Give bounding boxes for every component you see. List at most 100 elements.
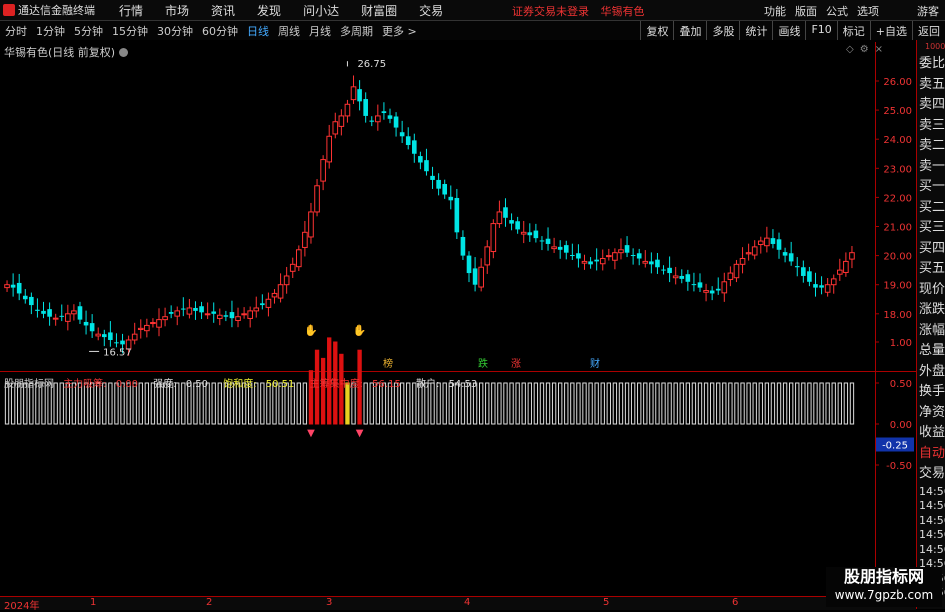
menu-item-options[interactable]: 选项 [857, 3, 879, 19]
guest-button[interactable]: 游客 [917, 3, 939, 19]
candle-body [186, 307, 193, 315]
menu-item-wealth[interactable]: 财富圈 [361, 2, 397, 19]
menu-item-segment[interactable]: 市场 [165, 2, 189, 19]
candle-body [691, 284, 697, 286]
overlay-button[interactable]: 叠加 [673, 21, 706, 41]
add-watchlist-button[interactable]: +自选 [869, 21, 912, 41]
value: 50.51 [265, 379, 295, 390]
trade-time: 14:56 [919, 513, 945, 527]
indicator-name[interactable]: 股朋指标网 [4, 379, 54, 390]
candle-body [539, 240, 545, 242]
candle-body [599, 258, 606, 265]
chart-title-text: 华锡有色(日线 前复权) [4, 46, 116, 59]
candle-body [77, 306, 83, 320]
candle-body [253, 307, 260, 312]
quote-panel: 1000 委比 卖五 卖四 卖三 卖二 卖一 买一 买二 买三 买四 买五 现价 涨跌 涨幅 总量 外盘 换手净… [916, 40, 945, 609]
candle-body [260, 303, 265, 306]
price-axis-label: 25.00 [883, 106, 912, 117]
top-menu-bar: 通达信金融终端 行情 市场 资讯 发现 问小达 财富圈 交易 证券交易未登录 华… [0, 0, 945, 21]
candle-body [430, 175, 435, 180]
tab-auto[interactable]: 自动 [917, 444, 945, 465]
candle-body [703, 290, 709, 293]
price-axis-label: 21.00 [883, 223, 912, 234]
time-axis-label: 3 [326, 597, 333, 608]
quote-field-label: 卖一 [919, 158, 945, 174]
mark-button[interactable]: 标记 [836, 21, 870, 41]
candle-body [241, 313, 247, 316]
time-axis-label: 1 [90, 597, 97, 608]
menu-item-trade[interactable]: 交易 [419, 2, 443, 19]
time-axis-label: 5 [603, 597, 610, 608]
price-axis-label: 18.00 [883, 310, 912, 321]
candle-body [83, 321, 89, 326]
back-button[interactable]: 返回 [912, 21, 945, 41]
tab-period-multi[interactable]: 多周期 [339, 23, 374, 39]
candle-body [478, 266, 484, 288]
time-axis-label: 2 [206, 597, 213, 608]
candle-body [369, 120, 375, 122]
tab-period-1min[interactable]: 1分钟 [35, 23, 66, 39]
settings-icon[interactable]: ⚙ [860, 44, 875, 55]
candle-body [181, 308, 186, 310]
diamond-icon[interactable]: ◇ [846, 44, 860, 55]
settings-dot-icon[interactable] [119, 48, 129, 57]
tab-period-more[interactable]: 更多 > [381, 23, 418, 39]
candle-body [606, 255, 612, 258]
menu-item-market[interactable]: 行情 [119, 2, 143, 19]
candle-body [357, 89, 362, 102]
login-notice[interactable]: 证券交易未登录 华锡有色 [512, 3, 645, 19]
candle-body [59, 315, 65, 317]
quote-field-label: 外盘 [919, 363, 945, 379]
tab-period-15min[interactable]: 15分钟 [111, 23, 149, 39]
value: 56.15 [372, 379, 401, 390]
menu-item-function[interactable]: 功能 [764, 3, 786, 19]
tab-period-monthly[interactable]: 月线 [308, 23, 332, 39]
tab-trade[interactable]: 交易 [917, 464, 945, 485]
menu-item-discover[interactable]: 发现 [257, 2, 281, 19]
tab-period-30min[interactable]: 30分钟 [156, 23, 194, 39]
label: 强度: [153, 379, 177, 390]
f10-button[interactable]: F10 [805, 21, 836, 41]
quote-field-label: 现价 [919, 281, 945, 297]
candle-body [721, 281, 728, 294]
login-status[interactable]: 证券交易未登录 [512, 5, 589, 18]
price-axis-label: 20.00 [883, 252, 912, 263]
candle-body [557, 246, 563, 250]
candle-body [801, 267, 806, 276]
candle-body [150, 322, 156, 325]
watermark-title: 股朋指标网 [843, 567, 924, 586]
candle-body [393, 116, 399, 128]
menu-item-layout[interactable]: 版面 [795, 3, 817, 19]
quote-field-label: 净资 [919, 404, 945, 420]
statistics-button[interactable]: 统计 [739, 21, 772, 41]
trade-time: 14:56 [919, 499, 945, 512]
menu-item-formula[interactable]: 公式 [826, 3, 848, 19]
candle-body [655, 259, 660, 268]
label: 饱和度: [223, 379, 257, 390]
candle-body [65, 313, 71, 322]
trade-time: 14:56 [919, 484, 945, 498]
tab-period-60min[interactable]: 60分钟 [201, 23, 239, 39]
kline-chart[interactable]: ✋ ▼ ✋ ▼ 26.00 25.00 24.00 23.00 22.00 21.00 20.00… [0, 40, 916, 596]
tab-period-weekly[interactable]: 周线 [277, 23, 301, 39]
draw-line-button[interactable]: 画线 [772, 21, 805, 41]
candle-body [137, 327, 144, 331]
close-icon[interactable]: × [875, 44, 889, 55]
event-marker: 跌 [478, 357, 488, 370]
menu-item-ask[interactable]: 问小达 [303, 2, 339, 19]
price-axis-label: 23.00 [883, 164, 912, 175]
candle-body [794, 266, 800, 268]
tab-period-timeshare[interactable]: 分时 [4, 23, 28, 39]
candle-body [223, 315, 229, 317]
candle-body [496, 211, 503, 225]
candle-body [199, 306, 204, 313]
tab-period-daily[interactable]: 日线 [246, 23, 270, 39]
multi-stock-button[interactable]: 多股 [706, 21, 739, 41]
menu-item-news[interactable]: 资讯 [211, 2, 235, 19]
quote-field-label: 卖二 [919, 138, 945, 153]
restore-rights-button[interactable]: 复权 [640, 21, 673, 41]
candle-body [563, 245, 569, 253]
tab-period-5min[interactable]: 5分钟 [73, 23, 104, 39]
candle-body [302, 231, 308, 248]
candle-body [375, 115, 381, 123]
